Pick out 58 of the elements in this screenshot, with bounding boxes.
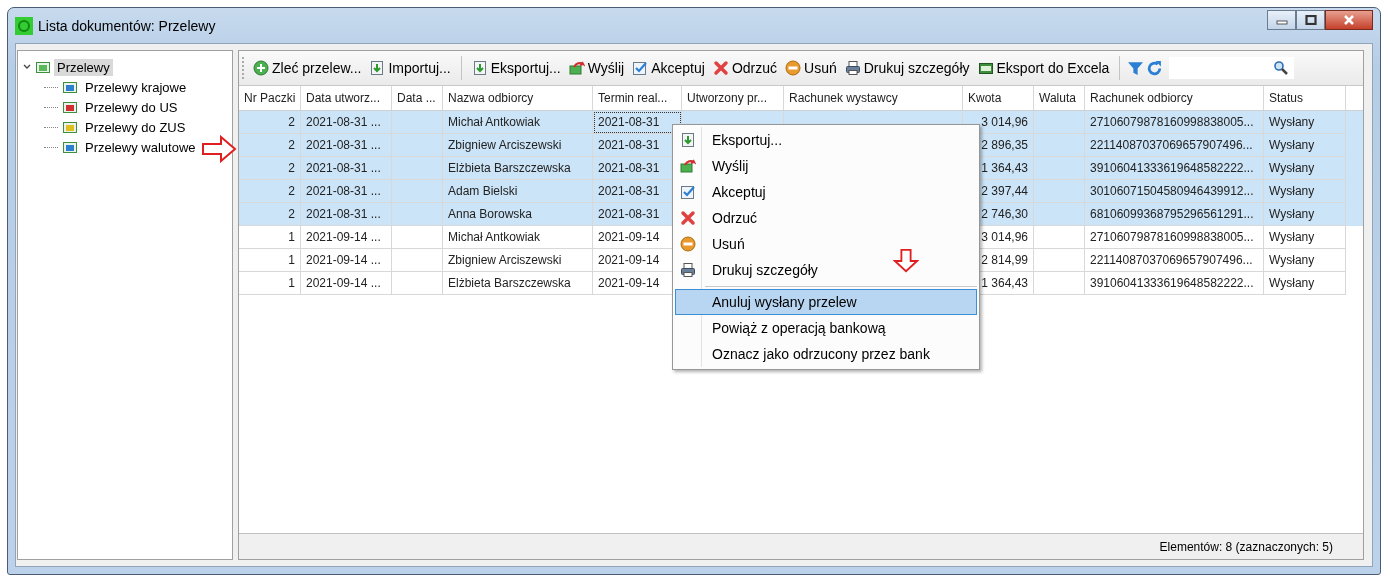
table-cell: Wysłany [1269,230,1315,244]
table-cell: 2021-08-31 ... [306,184,381,198]
table-cell: 2021-08-31 [598,115,660,129]
table-cell: Zbigniew Arciszewski [448,253,562,267]
table-cell: 2021-08-31 [598,161,660,175]
table-cell: 2 [288,184,295,198]
table-cell: 2021-08-31 [598,138,660,152]
table-cell: 2 746,30 [981,207,1028,221]
table-cell: Wysłany [1269,138,1315,152]
table-cell: 2021-09-14 ... [306,253,381,267]
table-cell: 22114087037069657907496... [1090,253,1253,267]
table-cell: Anna Borowska [448,207,533,221]
table-cell: 1 [288,276,295,290]
table-cell: 27106079878160998838005... [1090,230,1254,244]
table-cell: 2021-09-14 [598,276,660,290]
table-cell: Zbigniew Arciszewski [448,138,562,152]
table-cell: Elżbieta Barszczewska [448,161,571,175]
table-cell: 2021-09-14 ... [306,230,381,244]
table-cell: 68106099368795296561291... [1090,207,1254,221]
status-text: Elementów: 8 (zaznaczonych: 5) [1159,539,1333,554]
table-cell: 2021-08-31 ... [306,161,381,175]
window-title: Lista dokumentów: Przelewy [38,17,216,34]
table-cell: 2 896,35 [981,138,1028,152]
table-cell: 30106071504580946439912... [1090,184,1254,198]
table-cell: 1 [288,230,295,244]
table-cell: Wysłany [1269,115,1315,129]
table-cell: 2021-08-31 ... [306,115,381,129]
table-cell: Adam Bielski [448,184,518,198]
table-cell: 2021-09-14 ... [306,276,381,290]
table-cell: 1 [288,253,295,267]
table-cell: 2 [288,115,295,129]
table-cell: 2 814,99 [981,253,1028,267]
table-cell: Wysłany [1269,253,1315,267]
table-cell: 22114087037069657907496... [1090,138,1253,152]
table-cell: 2 [288,207,295,221]
table-cell: 2021-08-31 ... [306,207,381,221]
table-cell: 2 397,44 [981,184,1028,198]
table-cell: 2021-08-31 [598,184,660,198]
table-cell: Michał Antkowiak [448,230,541,244]
table-cell: 2 [288,161,295,175]
table-cell: Wysłany [1269,161,1315,175]
table-cell: 1 364,43 [981,276,1028,290]
table-cell: Wysłany [1269,276,1315,290]
table-cell: 39106041333619648582222... [1090,276,1254,290]
table-cell: 2 [288,138,295,152]
table-cell: 39106041333619648582222... [1090,161,1254,175]
table-cell: Elżbieta Barszczewska [448,276,571,290]
table-cell: 3 014,96 [981,230,1028,244]
table-cell: 2021-09-14 [598,253,660,267]
table-cell: 3 014,96 [981,115,1028,129]
table-cell: Wysłany [1269,184,1315,198]
table-cell: 27106079878160998838005... [1090,115,1254,129]
table-cell: 2021-09-14 [598,230,660,244]
table-cell: 2021-08-31 ... [306,138,381,152]
table-cell: 1 364,43 [981,161,1028,175]
table-cell: 2021-08-31 [598,207,660,221]
table-cell: Wysłany [1269,207,1315,221]
table-cell: Michał Antkowiak [448,115,541,129]
